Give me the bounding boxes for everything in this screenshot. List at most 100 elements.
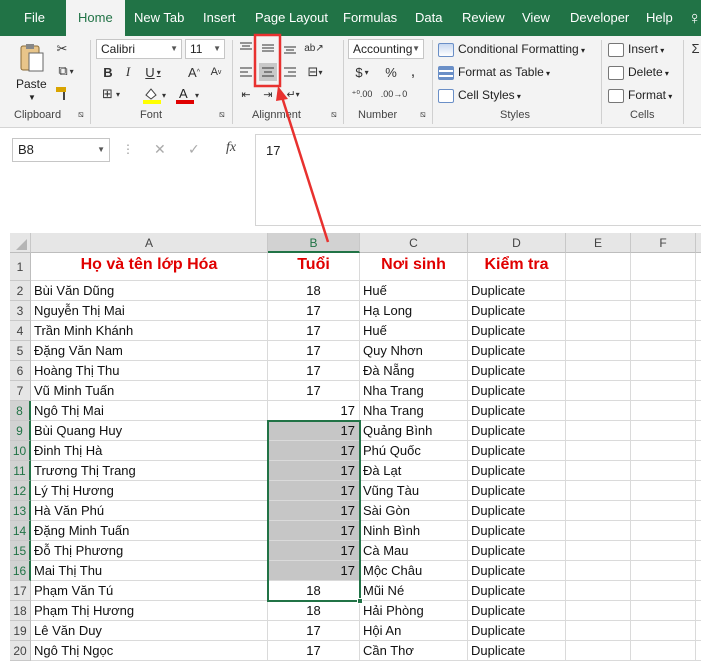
- cell-f10[interactable]: [631, 441, 696, 461]
- cell-e10[interactable]: [566, 441, 631, 461]
- cell-d9[interactable]: Duplicate: [468, 421, 566, 441]
- row-header-16[interactable]: 16: [10, 561, 31, 581]
- cell-a8[interactable]: Ngô Thị Mai: [31, 401, 268, 421]
- align-left-icon[interactable]: [237, 63, 255, 81]
- cell-b6[interactable]: 17: [268, 361, 360, 381]
- cell-b7[interactable]: 17: [268, 381, 360, 401]
- cell-g20[interactable]: [696, 641, 701, 661]
- row-header-13[interactable]: 13: [10, 501, 31, 521]
- row-header-2[interactable]: 2: [10, 281, 31, 301]
- row-header-19[interactable]: 19: [10, 621, 31, 641]
- cell-e13[interactable]: [566, 501, 631, 521]
- cell-b4[interactable]: 17: [268, 321, 360, 341]
- comma-style-icon[interactable]: ,: [406, 63, 420, 81]
- cell-d19[interactable]: Duplicate: [468, 621, 566, 641]
- cell-d11[interactable]: Duplicate: [468, 461, 566, 481]
- cell-b17[interactable]: 18: [268, 581, 360, 601]
- decrease-font-size-icon[interactable]: Av: [208, 63, 224, 81]
- cell-a13[interactable]: Hà Văn Phú: [31, 501, 268, 521]
- cell-g3[interactable]: [696, 301, 701, 321]
- number-launcher-icon[interactable]: ⧅: [420, 109, 426, 120]
- row-header-7[interactable]: 7: [10, 381, 31, 401]
- increase-decimal-icon[interactable]: ⁺⁰.00: [350, 85, 374, 103]
- cell-d12[interactable]: Duplicate: [468, 481, 566, 501]
- cell-g6[interactable]: [696, 361, 701, 381]
- cell-g15[interactable]: [696, 541, 701, 561]
- row-header-1[interactable]: 1: [10, 253, 31, 281]
- cell-a9[interactable]: Bùi Quang Huy: [31, 421, 268, 441]
- lightbulb-icon[interactable]: ♀: [688, 0, 701, 36]
- cell-g5[interactable]: [696, 341, 701, 361]
- tab-new-tab[interactable]: New Tab: [134, 0, 184, 36]
- column-header-e[interactable]: E: [566, 233, 631, 253]
- cell-b9[interactable]: 17: [268, 421, 360, 441]
- increase-font-size-icon[interactable]: A ^: [186, 63, 202, 81]
- tab-page-layout[interactable]: Page Layout: [255, 0, 328, 36]
- cell-b14[interactable]: 17: [268, 521, 360, 541]
- percent-icon[interactable]: %: [384, 63, 398, 81]
- cell-c14[interactable]: Ninh Bình: [360, 521, 468, 541]
- wrap-text-icon[interactable]: ↵ ▾: [281, 85, 305, 103]
- copy-icon[interactable]: ⧉ ▾: [52, 62, 80, 80]
- cell-c17[interactable]: Mũi Né: [360, 581, 468, 601]
- cell-c3[interactable]: Hạ Long: [360, 301, 468, 321]
- cell-a4[interactable]: Trần Minh Khánh: [31, 321, 268, 341]
- cell-e16[interactable]: [566, 561, 631, 581]
- bold-icon[interactable]: B: [101, 63, 115, 81]
- font-size-select[interactable]: 11 ▼: [185, 39, 225, 59]
- cell-c16[interactable]: Mộc Châu: [360, 561, 468, 581]
- cell-b18[interactable]: 18: [268, 601, 360, 621]
- decrease-indent-icon[interactable]: ⇤: [237, 85, 255, 103]
- font-name-select[interactable]: Calibri ▼: [96, 39, 182, 59]
- center-align-icon[interactable]: [259, 63, 277, 81]
- conditional-formatting-button[interactable]: Conditional Formatting ▾: [438, 39, 585, 59]
- cell-e19[interactable]: [566, 621, 631, 641]
- row-header-18[interactable]: 18: [10, 601, 31, 621]
- cell-a20[interactable]: Ngô Thị Ngọc: [31, 641, 268, 661]
- column-header-g[interactable]: [696, 233, 701, 253]
- increase-indent-icon[interactable]: ⇥: [259, 85, 277, 103]
- cell-d4[interactable]: Duplicate: [468, 321, 566, 341]
- cell-f20[interactable]: [631, 641, 696, 661]
- cell-d5[interactable]: Duplicate: [468, 341, 566, 361]
- cell-a17[interactable]: Phạm Văn Tú: [31, 581, 268, 601]
- tab-insert[interactable]: Insert: [203, 0, 236, 36]
- middle-align-icon[interactable]: [259, 39, 277, 57]
- delete-cells-button[interactable]: Delete ▾: [608, 62, 669, 82]
- borders-icon[interactable]: ⊞ ▾: [98, 85, 124, 103]
- row-header-20[interactable]: 20: [10, 641, 31, 661]
- row-header-6[interactable]: 6: [10, 361, 31, 381]
- cell-e18[interactable]: [566, 601, 631, 621]
- cell-f2[interactable]: [631, 281, 696, 301]
- insert-function-icon[interactable]: fx: [226, 140, 236, 156]
- row-header-10[interactable]: 10: [10, 441, 31, 461]
- cell-b8[interactable]: 17: [268, 401, 360, 421]
- cell-a11[interactable]: Trương Thị Trang: [31, 461, 268, 481]
- cell-b2[interactable]: 18: [268, 281, 360, 301]
- cell-g1[interactable]: [696, 253, 701, 281]
- cell-g8[interactable]: [696, 401, 701, 421]
- cell-a19[interactable]: Lê Văn Duy: [31, 621, 268, 641]
- currency-icon[interactable]: $ ▾: [352, 63, 372, 81]
- cell-f5[interactable]: [631, 341, 696, 361]
- cell-a6[interactable]: Hoàng Thị Thu: [31, 361, 268, 381]
- cell-c8[interactable]: Nha Trang: [360, 401, 468, 421]
- cell-b16[interactable]: 17: [268, 561, 360, 581]
- row-header-11[interactable]: 11: [10, 461, 31, 481]
- row-header-12[interactable]: 12: [10, 481, 31, 501]
- cell-g2[interactable]: [696, 281, 701, 301]
- tab-review[interactable]: Review: [462, 0, 505, 36]
- cell-f19[interactable]: [631, 621, 696, 641]
- cell-a1[interactable]: Họ và tên lớp Hóa: [31, 253, 268, 281]
- paste-dropdown-icon[interactable]: ▼: [28, 88, 36, 108]
- cell-g19[interactable]: [696, 621, 701, 641]
- cell-d15[interactable]: Duplicate: [468, 541, 566, 561]
- cell-f7[interactable]: [631, 381, 696, 401]
- enter-icon[interactable]: ✓: [188, 141, 200, 158]
- format-painter-icon[interactable]: [52, 84, 72, 102]
- top-align-icon[interactable]: [237, 39, 255, 57]
- bottom-align-icon[interactable]: [281, 39, 299, 57]
- cell-e5[interactable]: [566, 341, 631, 361]
- row-header-5[interactable]: 5: [10, 341, 31, 361]
- tab-developer[interactable]: Developer: [570, 0, 629, 36]
